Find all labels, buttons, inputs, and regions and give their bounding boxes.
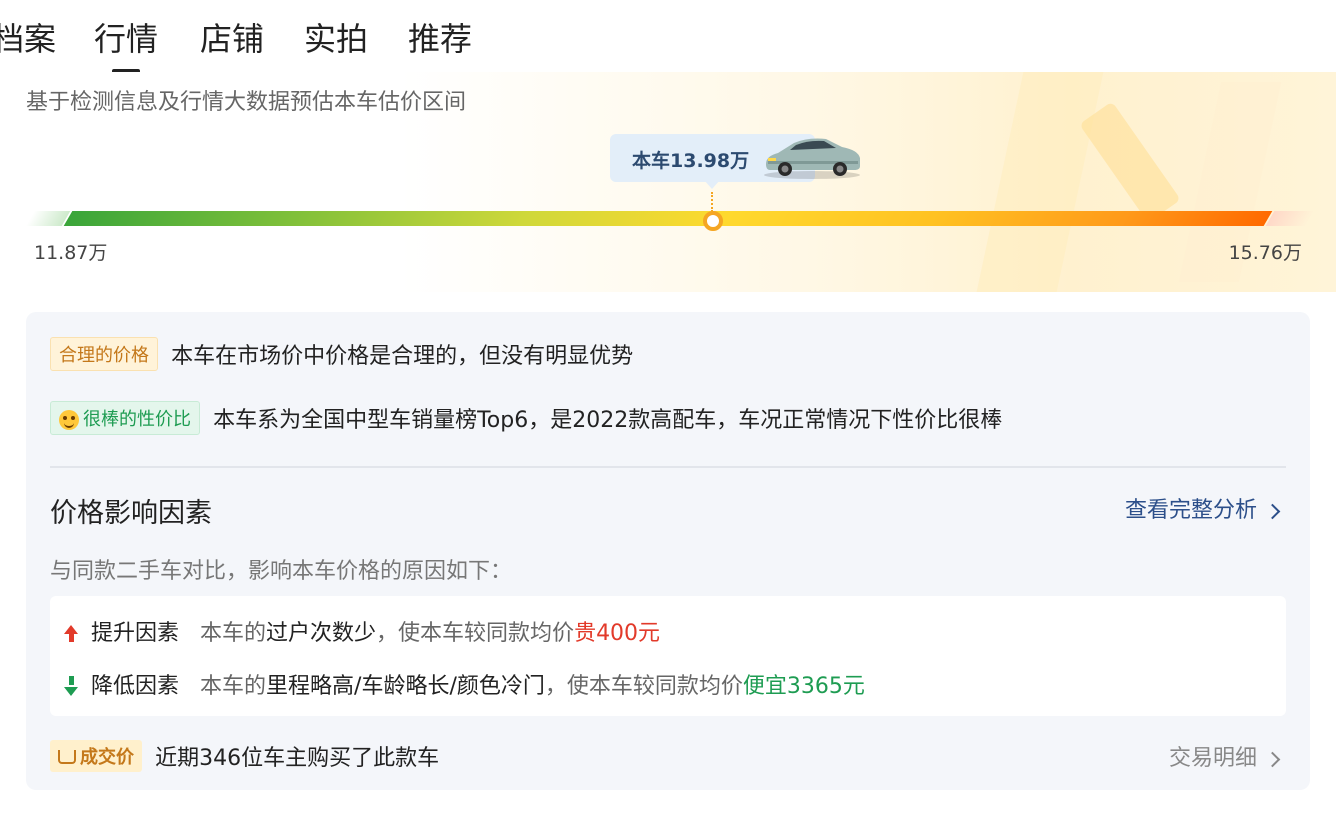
value-tag: 很棒的性价比 bbox=[50, 401, 200, 435]
arrow-down-icon bbox=[64, 674, 78, 699]
factor-up-row: 提升因素 本车的过户次数少，使本车较同款均价贵400元 bbox=[64, 615, 660, 647]
smile-emoji-icon bbox=[59, 410, 79, 430]
deal-text: 近期346位车主购买了此款车 bbox=[155, 746, 440, 771]
assessment-text: 本车在市场价中价格是合理的，但没有明显优势 bbox=[171, 344, 634, 369]
transaction-detail-link[interactable]: 交易明细 bbox=[1169, 740, 1281, 772]
valuation-subtitle: 基于检测信息及行情大数据预估本车估价区间 bbox=[26, 90, 467, 115]
factor-up-effect: 贵400元 bbox=[574, 621, 661, 646]
price-analysis-card bbox=[26, 312, 1310, 790]
car-image bbox=[764, 138, 860, 179]
chevron-right-icon bbox=[1264, 751, 1281, 767]
full-analysis-link[interactable]: 查看完整分析 bbox=[1125, 492, 1281, 524]
assessment-row: 合理的价格 本车在市场价中价格是合理的，但没有明显优势 bbox=[50, 337, 633, 371]
tab-store[interactable]: 店铺 bbox=[200, 14, 264, 60]
tab-archive[interactable]: 档案 bbox=[0, 14, 56, 60]
factor-down-effect: 便宜3365元 bbox=[742, 674, 865, 699]
factors-description: 与同款二手车对比，影响本车价格的原因如下： bbox=[50, 559, 513, 584]
deal-price-tag: 成交价 bbox=[50, 740, 142, 772]
price-pointer-line bbox=[711, 192, 713, 212]
tab-market[interactable]: 行情 bbox=[94, 14, 158, 60]
current-price-marker bbox=[703, 211, 723, 231]
chevron-right-icon bbox=[1264, 503, 1281, 519]
reasonable-price-tag: 合理的价格 bbox=[50, 337, 158, 371]
price-range-bar bbox=[0, 211, 1336, 229]
hero-decoration bbox=[976, 72, 1104, 292]
tab-recommend[interactable]: 推荐 bbox=[408, 14, 472, 60]
bubble-tail bbox=[704, 180, 720, 189]
factor-up-reason: 过户次数少 bbox=[266, 621, 377, 646]
factor-down-reason: 里程略高/车龄略长/颜色冷门 bbox=[266, 674, 545, 699]
factor-down-label: 降低因素 bbox=[91, 674, 180, 699]
min-price-label: 11.87万 bbox=[34, 242, 108, 264]
tab-photos[interactable]: 实拍 bbox=[304, 14, 368, 60]
current-price-label: 本车13.98万 bbox=[632, 150, 750, 172]
arrow-up-icon bbox=[64, 621, 78, 646]
factor-down-row: 降低因素 本车的里程略高/车龄略长/颜色冷门，使本车较同款均价便宜3365元 bbox=[64, 668, 865, 700]
max-price-label: 15.76万 bbox=[1228, 242, 1302, 264]
factors-title: 价格影响因素 bbox=[50, 498, 212, 529]
hero-decoration bbox=[1079, 101, 1181, 223]
assessment-text: 本车系为全国中型车销量榜Top6，是2022款高配车，车况正常情况下性价比很棒 bbox=[213, 408, 1003, 433]
divider bbox=[50, 466, 1286, 468]
deal-row: 成交价 近期346位车主购买了此款车 bbox=[50, 740, 439, 772]
tab-bar: 档案 行情 店铺 实拍 推荐 bbox=[0, 0, 1336, 70]
assessment-row: 很棒的性价比 本车系为全国中型车销量榜Top6，是2022款高配车，车况正常情况… bbox=[50, 401, 1002, 435]
factor-up-label: 提升因素 bbox=[91, 621, 180, 646]
deal-icon bbox=[58, 750, 76, 764]
